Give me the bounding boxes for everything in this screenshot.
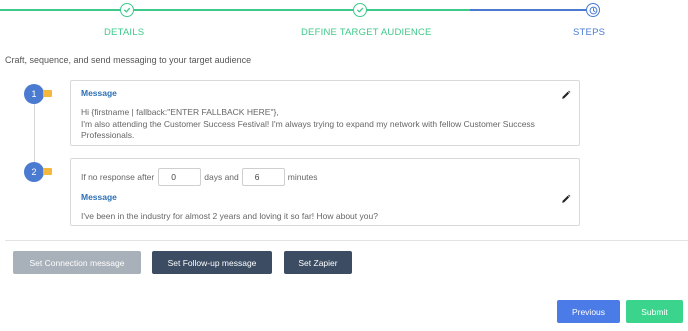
- section-divider: [5, 240, 688, 241]
- step-label-details[interactable]: DETAILS: [104, 27, 144, 38]
- message-card-1: Message Hi {firstname | fallback:"ENTER …: [70, 80, 580, 146]
- submit-button[interactable]: Submit: [626, 300, 683, 323]
- progress-line-current: [470, 9, 593, 11]
- set-zapier-button[interactable]: Set Zapier: [284, 251, 352, 274]
- message-title: Message: [81, 192, 117, 202]
- message-line: Hi {firstname | fallback:"ENTER FALLBACK…: [81, 107, 279, 117]
- step-details-check-icon: [120, 3, 134, 17]
- delay-prefix-label: If no response after: [81, 172, 155, 182]
- intro-text: Craft, sequence, and send messaging to y…: [5, 55, 252, 65]
- message-flag-icon: [43, 168, 52, 175]
- step-label-define-target-audience[interactable]: DEFINE TARGET AUDIENCE: [301, 27, 432, 38]
- message-body: Hi {firstname | fallback:"ENTER FALLBACK…: [81, 107, 535, 142]
- message-title: Message: [81, 88, 117, 98]
- step-steps-clock-icon: [586, 3, 600, 17]
- set-connection-message-button[interactable]: Set Connection message: [13, 251, 141, 274]
- delay-minutes-input[interactable]: 6: [241, 168, 285, 186]
- timeline-connector: [34, 100, 35, 170]
- step-number-badge: 1: [24, 84, 44, 104]
- progress-line-complete: [0, 9, 470, 11]
- message-line: Professionals.: [81, 130, 135, 140]
- message-flag-icon: [43, 90, 52, 97]
- step-number-badge: 2: [24, 162, 44, 182]
- set-follow-up-message-button[interactable]: Set Follow-up message: [152, 251, 272, 274]
- message-body: I've been in the industry for almost 2 y…: [81, 211, 378, 223]
- step-audience-check-icon: [353, 3, 367, 17]
- step-label-steps[interactable]: STEPS: [573, 27, 605, 38]
- pencil-icon[interactable]: [561, 87, 571, 99]
- message-line: I'm also attending the Customer Success …: [81, 118, 535, 129]
- progress-line-remaining: [593, 9, 688, 11]
- pencil-icon[interactable]: [561, 191, 571, 203]
- previous-button[interactable]: Previous: [557, 300, 620, 323]
- followup-delay-row: If no response after 0 days and 6 minute…: [81, 168, 318, 186]
- followup-card-2: If no response after 0 days and 6 minute…: [70, 158, 580, 226]
- message-line: I've been in the industry for almost 2 y…: [81, 211, 378, 221]
- delay-minutes-label: minutes: [287, 172, 318, 182]
- delay-days-label: days and: [204, 172, 239, 182]
- delay-days-input[interactable]: 0: [158, 168, 202, 186]
